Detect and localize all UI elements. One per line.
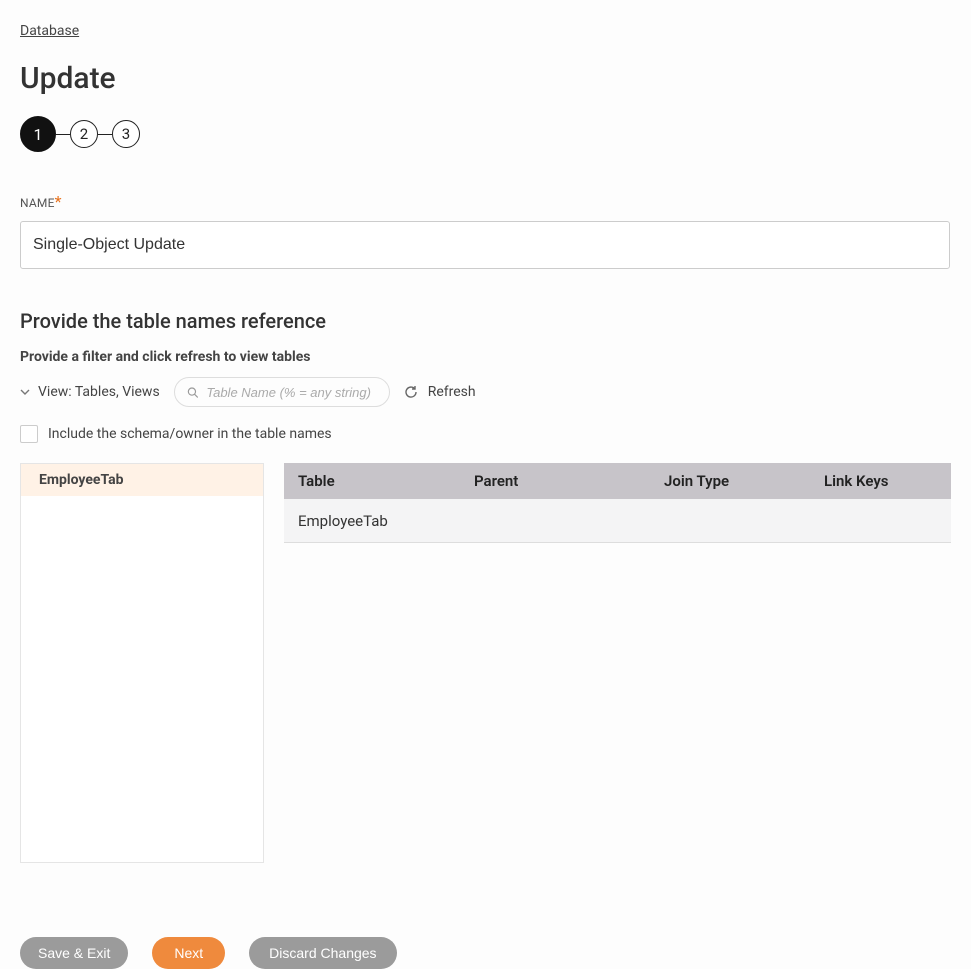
table-name-search-input[interactable] [206, 385, 376, 400]
filter-row: View: Tables, Views Refresh [20, 377, 951, 407]
refresh-button[interactable]: Refresh [404, 384, 476, 400]
section-subtitle: Provide a filter and click refresh to vi… [20, 349, 951, 365]
view-dropdown[interactable]: View: Tables, Views [20, 384, 160, 400]
table-header-row: Table Parent Join Type Link Keys [284, 463, 951, 499]
name-field-group: NAME* [20, 192, 951, 269]
td-table: EmployeeTab [284, 512, 474, 530]
search-icon [187, 386, 199, 399]
required-star-icon: * [55, 192, 62, 211]
section-title: Provide the table names reference [20, 309, 951, 333]
step-3[interactable]: 3 [112, 120, 140, 148]
stepper: 1 2 3 [20, 116, 951, 152]
available-tables-list[interactable]: EmployeeTab [20, 463, 264, 863]
th-link-keys: Link Keys [824, 472, 951, 490]
discard-button[interactable]: Discard Changes [249, 937, 396, 969]
body-row: EmployeeTab Table Parent Join Type Link … [20, 463, 951, 863]
footer-buttons: Save & Exit Next Discard Changes [20, 937, 951, 969]
save-exit-button[interactable]: Save & Exit [20, 937, 128, 969]
step-connector [56, 134, 70, 135]
step-2[interactable]: 2 [70, 120, 98, 148]
table-row[interactable]: EmployeeTab [284, 499, 951, 543]
next-button[interactable]: Next [152, 937, 225, 969]
schema-checkbox-row: Include the schema/owner in the table na… [20, 425, 951, 443]
step-1[interactable]: 1 [20, 116, 56, 152]
schema-checkbox[interactable] [20, 425, 38, 443]
view-dropdown-label: View: Tables, Views [38, 384, 160, 400]
page-title: Update [20, 61, 951, 96]
breadcrumb: Database [20, 20, 951, 39]
list-item[interactable]: EmployeeTab [21, 464, 263, 496]
refresh-icon [404, 385, 418, 399]
th-table: Table [284, 472, 474, 490]
th-join-type: Join Type [664, 472, 824, 490]
selected-tables-table: Table Parent Join Type Link Keys Employe… [284, 463, 951, 543]
step-connector [98, 134, 112, 135]
refresh-label: Refresh [428, 384, 476, 400]
name-label: NAME [20, 196, 55, 210]
chevron-down-icon [20, 389, 30, 395]
th-parent: Parent [474, 472, 664, 490]
schema-checkbox-label: Include the schema/owner in the table na… [48, 426, 332, 442]
breadcrumb-database[interactable]: Database [20, 23, 79, 39]
search-pill[interactable] [174, 377, 390, 407]
name-input[interactable] [20, 221, 950, 269]
